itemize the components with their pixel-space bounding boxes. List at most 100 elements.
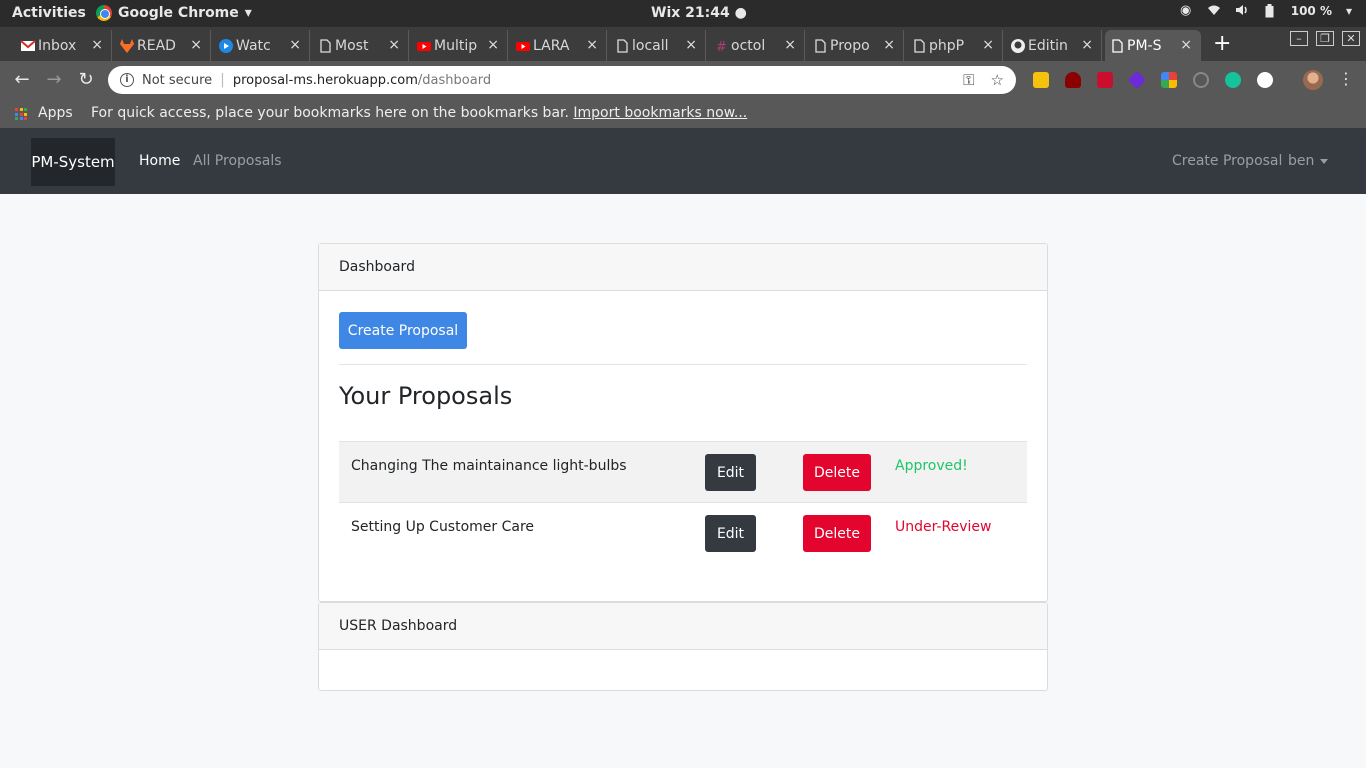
dashboard-card: Dashboard Create Proposal Your Proposals… <box>318 243 1048 602</box>
bookmarks-hint: For quick access, place your bookmarks h… <box>91 105 747 121</box>
grammarly-icon[interactable] <box>1225 72 1241 88</box>
close-icon[interactable]: × <box>883 37 895 53</box>
browser-tab[interactable]: Editin × <box>1006 30 1102 61</box>
tab-title: READ <box>137 37 176 54</box>
maximize-button[interactable]: ❐ <box>1316 31 1334 46</box>
url-host[interactable]: proposal-ms.herokuapp.com <box>233 73 418 88</box>
extension-icon[interactable] <box>1193 72 1209 88</box>
dashboard-header: Dashboard <box>319 244 1047 291</box>
info-icon[interactable]: i <box>120 73 134 87</box>
ublock-icon[interactable] <box>1065 72 1081 88</box>
volume-icon <box>1235 4 1249 18</box>
close-icon[interactable]: × <box>289 37 301 53</box>
divider <box>339 364 1027 365</box>
close-icon[interactable]: × <box>982 37 994 53</box>
system-tray[interactable]: ◉ 100 % ▾ <box>1179 4 1352 19</box>
close-icon[interactable]: × <box>190 37 202 53</box>
chevron-down-icon: ▾ <box>244 5 252 21</box>
back-arrow-icon[interactable]: ← <box>11 69 33 90</box>
browser-tab[interactable]: Watc × <box>214 30 310 61</box>
star-icon[interactable]: ☆ <box>991 71 1004 89</box>
close-icon[interactable]: × <box>1180 37 1192 53</box>
extension-icon[interactable] <box>1257 72 1273 88</box>
apps-grid-icon[interactable] <box>15 108 27 120</box>
caret-down-icon <box>1320 158 1329 164</box>
profile-avatar[interactable] <box>1303 70 1323 90</box>
user-dashboard-header: USER Dashboard <box>319 603 1047 650</box>
tab-title: LARA <box>533 37 570 54</box>
browser-tab[interactable]: locall × <box>610 30 706 61</box>
extension-icon[interactable] <box>1033 72 1049 88</box>
browser-toolbar: ← → ↻ i Not secure | proposal-ms.herokua… <box>0 61 1366 99</box>
clock[interactable]: Wix 21:44 ● <box>651 5 747 21</box>
tab-title: PM-S <box>1127 37 1162 54</box>
proposal-title: Changing The maintainance light-bulbs <box>351 458 627 474</box>
page-icon <box>815 39 826 53</box>
browser-tab[interactable]: # octol × <box>709 30 805 61</box>
browser-tab[interactable]: Multip × <box>412 30 508 61</box>
extension-icon[interactable] <box>1097 72 1113 88</box>
browser-tab[interactable]: READ × <box>115 30 211 61</box>
system-top-bar: Activities Google Chrome ▾ Wix 21:44 ● ◉… <box>0 0 1366 27</box>
delete-button[interactable]: Delete <box>803 515 871 552</box>
tab-title: Inbox <box>38 37 77 54</box>
reload-icon[interactable]: ↻ <box>75 69 97 90</box>
brand-link[interactable]: PM-System <box>31 138 115 186</box>
browser-tab[interactable]: phpP × <box>907 30 1003 61</box>
browser-tab-active[interactable]: PM-S × <box>1105 30 1201 61</box>
play-icon <box>219 39 233 53</box>
close-icon[interactable]: × <box>91 37 103 53</box>
status-approved: Approved! <box>895 458 968 474</box>
import-bookmarks-link[interactable]: Import bookmarks now... <box>573 105 747 121</box>
create-proposal-button[interactable]: Create Proposal <box>339 312 467 349</box>
address-bar[interactable]: i Not secure | proposal-ms.herokuapp.com… <box>108 66 1016 94</box>
url-path[interactable]: /dashboard <box>418 73 491 88</box>
forward-arrow-icon[interactable]: → <box>43 69 65 90</box>
nav-all-proposals[interactable]: All Proposals <box>193 153 282 169</box>
new-tab-button[interactable]: + <box>1213 31 1231 56</box>
battery-percentage: 100 % <box>1290 4 1332 18</box>
close-icon[interactable]: × <box>1081 37 1093 53</box>
apps-bookmark[interactable]: Apps <box>38 105 73 121</box>
tab-title: Watc <box>236 37 271 54</box>
security-status[interactable]: Not secure <box>142 73 212 88</box>
close-icon[interactable]: × <box>388 37 400 53</box>
tab-title: Multip <box>434 37 478 54</box>
color-picker-icon[interactable] <box>1161 72 1177 88</box>
edit-button[interactable]: Edit <box>705 454 756 491</box>
extension-icon[interactable] <box>1127 70 1147 90</box>
app-name: Google Chrome <box>118 5 239 21</box>
user-dropdown[interactable]: ben <box>1288 153 1329 169</box>
browser-tab[interactable]: Propo × <box>808 30 904 61</box>
page-icon <box>320 39 331 53</box>
browser-tab[interactable]: LARA × <box>511 30 607 61</box>
github-icon <box>1011 39 1025 53</box>
window-close-button[interactable]: ✕ <box>1342 31 1360 46</box>
close-icon[interactable]: × <box>586 37 598 53</box>
activities-button[interactable]: Activities <box>12 5 86 21</box>
tab-title: Most <box>335 37 369 54</box>
nav-home[interactable]: Home <box>139 153 180 169</box>
edit-button[interactable]: Edit <box>705 515 756 552</box>
proposal-title: Setting Up Customer Care <box>351 519 535 535</box>
youtube-icon <box>516 42 530 51</box>
browser-tab[interactable]: Inbox × <box>16 30 112 61</box>
close-icon[interactable]: × <box>685 37 697 53</box>
svg-text:#: # <box>716 40 727 54</box>
user-name: ben <box>1288 153 1315 169</box>
close-icon[interactable]: × <box>784 37 796 53</box>
status-under-review: Under-Review <box>895 519 992 535</box>
delete-button[interactable]: Delete <box>803 454 871 491</box>
minimize-button[interactable]: – <box>1290 31 1308 46</box>
your-proposals-heading: Your Proposals <box>339 382 513 410</box>
app-menu[interactable]: Google Chrome ▾ <box>96 5 252 21</box>
key-icon[interactable]: ⚿ <box>963 71 974 89</box>
power-menu-icon: ▾ <box>1345 4 1352 18</box>
browser-tab[interactable]: Most × <box>313 30 409 61</box>
gmail-icon <box>20 40 36 51</box>
close-icon[interactable]: × <box>487 37 499 53</box>
nav-create-proposal[interactable]: Create Proposal <box>1172 153 1282 169</box>
more-vertical-icon[interactable]: ⋮ <box>1338 69 1354 88</box>
battery-icon <box>1263 4 1277 18</box>
page-icon <box>1112 39 1123 53</box>
